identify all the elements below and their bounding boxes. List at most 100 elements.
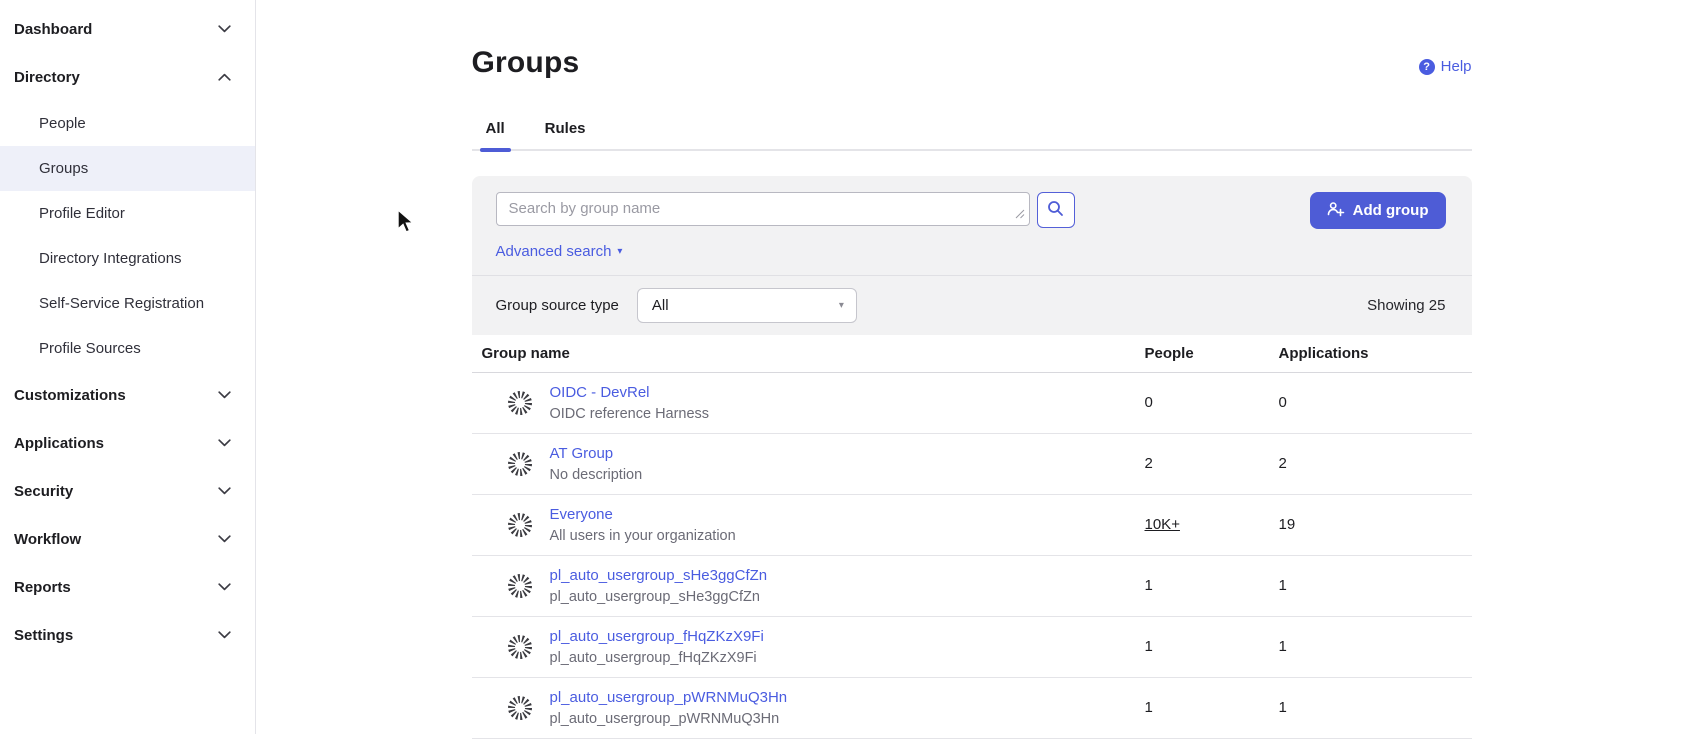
- group-name-link[interactable]: pl_auto_usergroup_sHe3ggCfZn: [550, 567, 768, 584]
- sidebar-item-label: Directory Integrations: [39, 250, 182, 267]
- group-name-link[interactable]: pl_auto_usergroup_pWRNMuQ3Hn: [550, 689, 788, 706]
- filter-row: Group source type All ▾ Showing 25: [472, 275, 1472, 335]
- applications-count: 2: [1279, 455, 1287, 472]
- sidebar-item-self-service-registration[interactable]: Self-Service Registration: [0, 281, 255, 326]
- group-source-type-label: Group source type: [496, 297, 619, 314]
- chevron-down-icon: [218, 25, 231, 33]
- applications-count: 1: [1279, 699, 1287, 716]
- table-row: pl_auto_usergroup_sHe3ggCfZn pl_auto_use…: [472, 556, 1472, 617]
- table-row: OIDC - DevRel OIDC reference Harness 0 0: [472, 373, 1472, 434]
- sidebar-item-label: Dashboard: [14, 21, 92, 38]
- select-value: All: [652, 297, 669, 314]
- group-source-type-select[interactable]: All ▾: [637, 288, 857, 323]
- resize-handle-icon[interactable]: [1014, 206, 1025, 224]
- sidebar-item-security[interactable]: Security: [0, 467, 255, 515]
- group-icon: [506, 389, 534, 417]
- sidebar-item-applications[interactable]: Applications: [0, 419, 255, 467]
- caret-down-icon: ▾: [839, 300, 844, 311]
- applications-count: 0: [1279, 394, 1287, 411]
- sidebar-item-label: People: [39, 115, 86, 132]
- group-icon: [506, 572, 534, 600]
- sidebar-item-workflow[interactable]: Workflow: [0, 515, 255, 563]
- sidebar-item-reports[interactable]: Reports: [0, 563, 255, 611]
- sidebar-item-directory-integrations[interactable]: Directory Integrations: [0, 236, 255, 281]
- column-header-applications: Applications: [1279, 345, 1472, 362]
- help-icon: ?: [1419, 59, 1435, 75]
- showing-count: Showing 25: [1367, 297, 1445, 314]
- people-count: 1: [1145, 699, 1153, 716]
- chevron-up-icon: [218, 73, 231, 81]
- chevron-down-icon: [218, 583, 231, 591]
- group-description: OIDC reference Harness: [550, 406, 710, 422]
- applications-count: 19: [1279, 516, 1296, 533]
- applications-count: 1: [1279, 577, 1287, 594]
- group-name-link[interactable]: pl_auto_usergroup_fHqZKzX9Fi: [550, 628, 764, 645]
- table-header-row: Group name People Applications: [472, 335, 1472, 373]
- group-icon: [506, 694, 534, 722]
- search-icon: [1047, 200, 1064, 220]
- page-header: Groups ? Help: [472, 46, 1472, 80]
- caret-down-icon: ▾: [617, 246, 622, 257]
- add-group-icon: [1327, 201, 1345, 221]
- table-row: pl_auto_usergroup_pWRNMuQ3Hn pl_auto_use…: [472, 678, 1472, 739]
- applications-count: 1: [1279, 638, 1287, 655]
- group-description: No description: [550, 467, 643, 483]
- sidebar-item-customizations[interactable]: Customizations: [0, 371, 255, 419]
- add-group-button[interactable]: Add group: [1310, 192, 1446, 229]
- sidebar-item-label: Self-Service Registration: [39, 295, 204, 312]
- chevron-down-icon: [218, 631, 231, 639]
- tab-rules[interactable]: Rules: [545, 120, 586, 149]
- tab-all[interactable]: All: [486, 120, 505, 149]
- sidebar-item-dashboard[interactable]: Dashboard: [0, 5, 255, 53]
- sidebar-item-label: Directory: [14, 69, 80, 86]
- group-name-link[interactable]: OIDC - DevRel: [550, 384, 710, 401]
- group-icon: [506, 450, 534, 478]
- group-icon: [506, 511, 534, 539]
- sidebar-item-groups[interactable]: Groups: [0, 146, 255, 191]
- sidebar-item-profile-editor[interactable]: Profile Editor: [0, 191, 255, 236]
- table-row: pl_auto_usergroup_fHqZKzX9Fi pl_auto_use…: [472, 617, 1472, 678]
- chevron-down-icon: [218, 391, 231, 399]
- sidebar-item-directory[interactable]: Directory: [0, 53, 255, 101]
- column-header-people: People: [1145, 345, 1279, 362]
- main-content: Groups ? Help All Rules: [256, 0, 1687, 734]
- sidebar-item-label: Reports: [14, 579, 71, 596]
- sidebar-item-label: Workflow: [14, 531, 81, 548]
- sidebar-item-label: Profile Editor: [39, 205, 125, 222]
- advanced-search-link[interactable]: Advanced search ▾: [496, 243, 623, 260]
- people-count: 2: [1145, 455, 1153, 472]
- sidebar-item-label: Security: [14, 483, 73, 500]
- people-count: 1: [1145, 638, 1153, 655]
- sidebar-item-label: Customizations: [14, 387, 126, 404]
- people-count: 1: [1145, 577, 1153, 594]
- search-input[interactable]: [496, 192, 1030, 226]
- column-header-group-name: Group name: [472, 345, 1145, 362]
- table-row: AT Group No description 2 2: [472, 434, 1472, 495]
- group-description: pl_auto_usergroup_fHqZKzX9Fi: [550, 650, 764, 666]
- help-label: Help: [1441, 58, 1472, 75]
- group-icon: [506, 633, 534, 661]
- chevron-down-icon: [218, 535, 231, 543]
- search-button[interactable]: [1037, 192, 1075, 228]
- sidebar-item-people[interactable]: People: [0, 101, 255, 146]
- help-link[interactable]: ? Help: [1419, 58, 1472, 75]
- sidebar-item-label: Settings: [14, 627, 73, 644]
- sidebar-item-profile-sources[interactable]: Profile Sources: [0, 326, 255, 371]
- group-name-link[interactable]: AT Group: [550, 445, 643, 462]
- chevron-down-icon: [218, 487, 231, 495]
- group-description: pl_auto_usergroup_pWRNMuQ3Hn: [550, 711, 788, 727]
- sidebar-item-label: Applications: [14, 435, 104, 452]
- sidebar-item-label: Profile Sources: [39, 340, 141, 357]
- tab-bar: All Rules: [472, 120, 1472, 151]
- sidebar: Dashboard Directory People Groups Profil…: [0, 0, 256, 734]
- advanced-search-label: Advanced search: [496, 243, 612, 260]
- sidebar-item-settings[interactable]: Settings: [0, 611, 255, 659]
- group-name-link[interactable]: Everyone: [550, 506, 736, 523]
- sidebar-item-label: Groups: [39, 160, 88, 177]
- group-description: All users in your organization: [550, 528, 736, 544]
- add-group-label: Add group: [1353, 202, 1429, 219]
- people-count-link[interactable]: 10K+: [1145, 516, 1180, 533]
- group-description: pl_auto_usergroup_sHe3ggCfZn: [550, 589, 768, 605]
- page-title: Groups: [472, 46, 580, 80]
- people-count: 0: [1145, 394, 1153, 411]
